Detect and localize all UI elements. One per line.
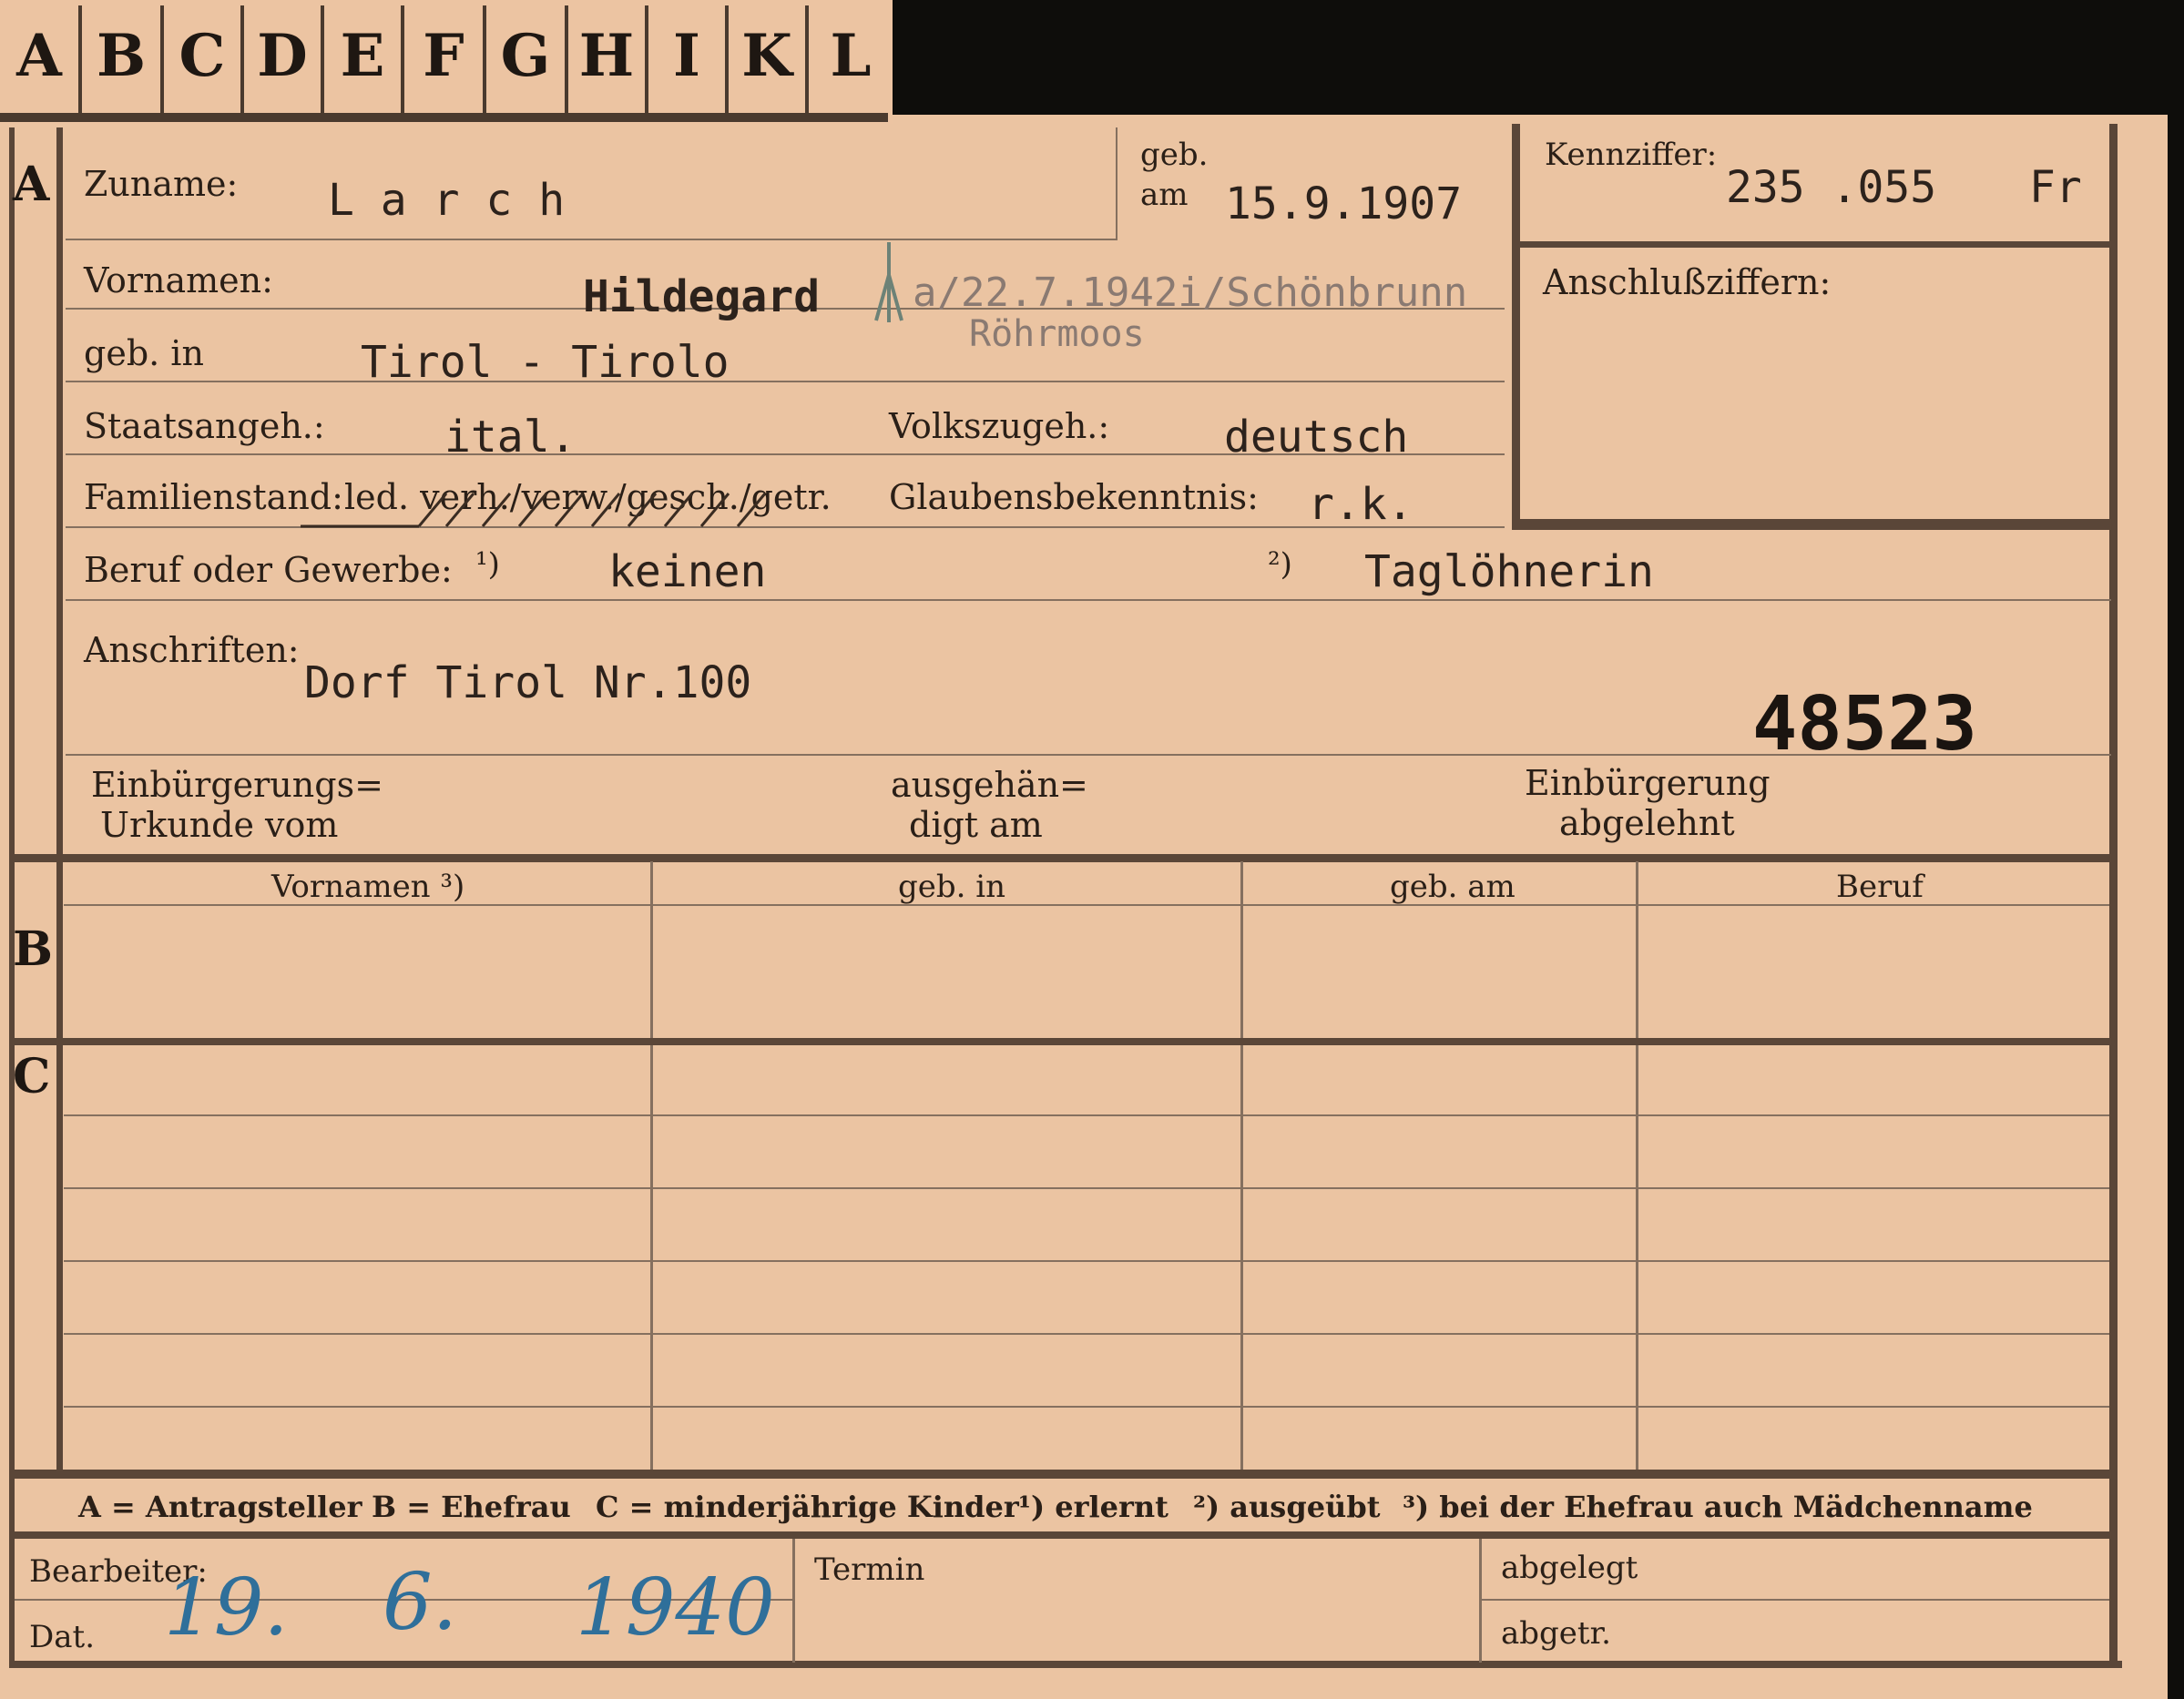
kennziffer-box-left [1512,124,1520,530]
rule-zuname [66,239,1118,240]
frame-bottom [9,1661,2122,1668]
section-column-divider [56,127,63,1475]
frame-left [9,127,15,1666]
geb-in-value: Tirol - Tirolo [361,337,730,388]
handwritten-date-month: 6. [383,1557,458,1648]
pencil-mark-icon [871,239,907,326]
section-label-b: B [13,921,53,977]
einbuergerungsurkunde-label-2: Urkunde vom [100,805,339,845]
legend-a: A = Antragsteller [78,1490,362,1524]
dat-label: Dat. [29,1619,96,1655]
zuname-value: L a r c h [328,175,566,226]
termin-label: Termin [814,1551,925,1588]
am-label: am [1140,177,1189,213]
staatsangeh-label: Staatsangeh.: [84,406,325,446]
tab-g[interactable]: G [486,5,568,113]
tab-a[interactable]: A [0,5,82,113]
vornamen-annotation: a/22.7.1942i/Schönbrunn [913,270,1468,316]
rule-beruf [66,599,2111,601]
kennziffer-box-mid [1512,241,2109,248]
legend-c: C = minderjährige Kinder [596,1490,1019,1524]
handwritten-date-year: 1940 [576,1562,775,1653]
geb-label: geb. [1140,137,1209,173]
tab-i[interactable]: I [648,5,729,113]
legend-footnote-1: ¹) erlernt [1018,1490,1169,1524]
footer-divider-2 [1479,1539,1482,1663]
abgetr-label: abgetr. [1501,1615,1611,1652]
kennziffer-value: 235 .055 [1726,162,1937,213]
table-header-beruf: Beruf [1836,869,1924,905]
vornamen-annotation-place: Röhrmoos [969,313,1145,355]
stamp-number: 48523 [1752,681,1977,768]
staatsangeh-value: ital. [444,412,577,463]
divider-geb-am [1116,127,1118,240]
handwritten-date-day: 19. [164,1562,289,1653]
frame-right [2109,124,2118,1663]
legend-bottom-border [9,1531,2113,1539]
kennziffer-label: Kennziffer: [1545,137,1718,173]
ausgehaendigt-label-1: ausgehän= [891,765,1088,805]
table-header-vornamen: Vornamen ³) [271,869,465,905]
beruf-value-learned: keinen [608,546,767,597]
ausgehaendigt-label-2: digt am [909,805,1043,845]
footer-divider-1 [792,1539,795,1663]
vornamen-label: Vornamen: [84,260,273,300]
familienstand-strikeout [301,473,792,534]
kennziffer-suffix: Fr [2029,162,2082,213]
legend-b: B = Ehefrau [372,1490,571,1524]
tab-c[interactable]: C [164,5,244,113]
anschlussziffern-label: Anschlußziffern: [1543,262,1832,302]
kennziffer-box-bottom [1512,519,2113,530]
table-col-divider-2 [1240,861,1243,1470]
geb-am-value: 15.9.1907 [1225,178,1463,229]
rule-geb-in [66,381,1505,382]
tab-l[interactable]: L [809,5,893,113]
table-row-line [64,1260,2109,1262]
tab-k[interactable]: K [729,5,809,113]
beruf-label: Beruf oder Gewerbe: [84,550,453,590]
einbuergerung-abgelehnt-label-2: abgelehnt [1559,803,1735,843]
section-label-c: C [13,1049,51,1104]
section-label-a: A [13,157,50,212]
beruf-footnote-1: ¹) [475,546,500,583]
alphabet-tab-strip: A B C D E F G H I K L [0,0,893,124]
table-row-line [64,1333,2109,1335]
tab-e[interactable]: E [324,5,404,113]
anschriften-value: Dorf Tirol Nr.100 [304,657,752,708]
table-header-geb-in: geb. in [898,869,1006,905]
geb-in-label: geb. in [84,333,204,373]
tab-f[interactable]: F [404,5,486,113]
vornamen-value: Hildegard [583,271,821,322]
glaubensbekenntnis-value: r.k. [1308,479,1413,530]
abgelegt-label: abgelegt [1501,1550,1638,1586]
table-row-line [64,1187,2109,1189]
section-b-bottom-border [9,1038,2113,1045]
table-row-line [64,1406,2109,1408]
tab-strip-bottom-border [0,113,888,122]
tab-h[interactable]: H [568,5,648,113]
legend-footnote-3: ³) bei der Ehefrau auch Mädchenname [1403,1490,2033,1524]
anschriften-label: Anschriften: [84,630,300,670]
tab-d[interactable]: D [244,5,324,113]
glaubensbekenntnis-label: Glaubensbekenntnis: [889,477,1259,517]
table-bottom-border [9,1470,2113,1479]
volkszugeh-label: Volkszugeh.: [889,406,1110,446]
einbuergerung-abgelehnt-label-1: Einbürgerung [1525,763,1771,803]
table-col-divider-3 [1636,861,1638,1470]
tab-b[interactable]: B [82,5,164,113]
beruf-value-practiced: Taglöhnerin [1364,546,1654,597]
footer-rule-right [1481,1599,2109,1601]
beruf-footnote-2: ²) [1268,546,1292,583]
section-a-bottom-border [9,854,2113,862]
volkszugeh-value: deutsch [1224,412,1409,463]
table-row-line [64,1114,2109,1116]
legend-footnote-2: ²) ausgeübt [1193,1490,1381,1524]
table-col-divider-1 [650,861,653,1470]
zuname-label: Zuname: [84,164,239,204]
einbuergerungsurkunde-label-1: Einbürgerungs= [91,765,383,805]
table-header-geb-am: geb. am [1390,869,1516,905]
